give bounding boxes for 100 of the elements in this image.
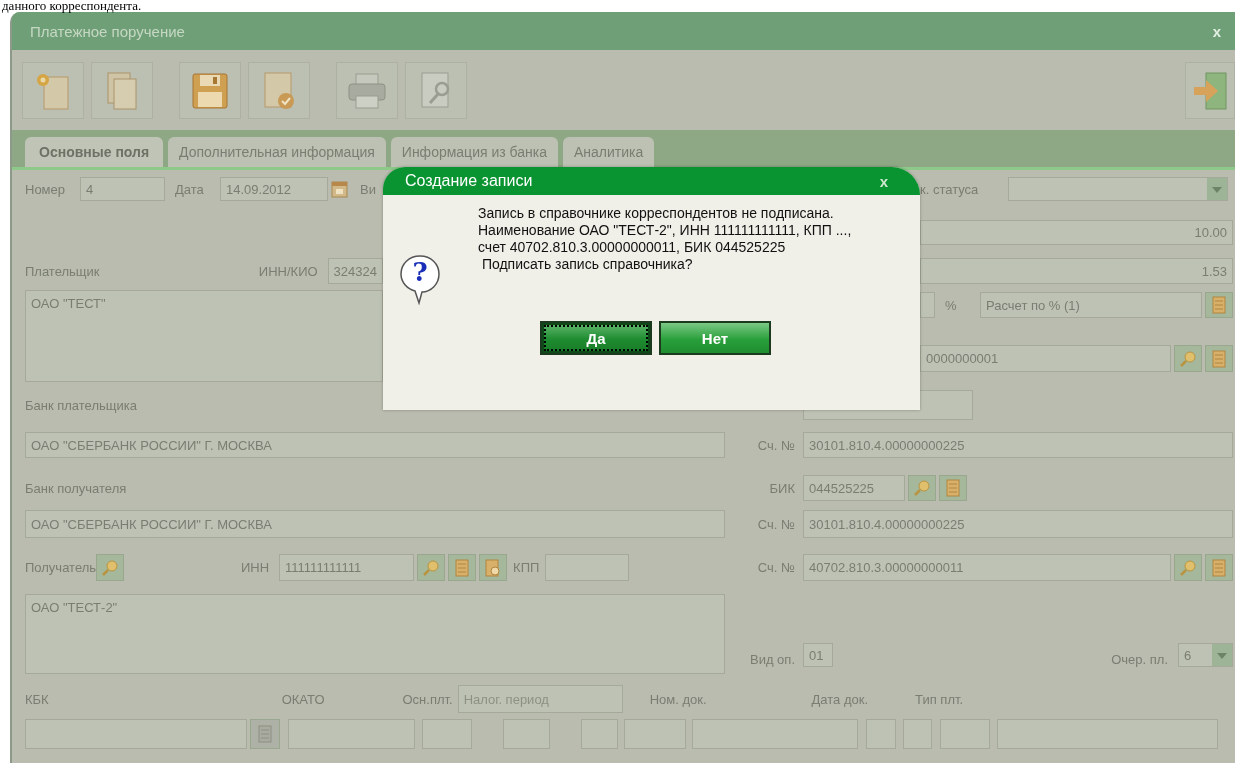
book-icon	[1212, 349, 1226, 368]
book-icon	[1212, 558, 1226, 577]
field-label: КБК	[25, 691, 49, 707]
text-field[interactable]	[920, 292, 935, 318]
door-arrow-icon	[1192, 70, 1228, 111]
no-button[interactable]: Нет	[659, 321, 771, 355]
search-button[interactable]	[1174, 345, 1202, 372]
doc-number-field[interactable]	[692, 719, 858, 749]
okato-field[interactable]	[288, 719, 415, 749]
field-label: Дата	[175, 181, 205, 197]
book-button[interactable]	[1205, 554, 1233, 581]
doc-date-field[interactable]	[866, 719, 896, 749]
basis-field[interactable]	[422, 719, 472, 749]
field-label: Получатель	[25, 560, 97, 575]
sign-button[interactable]	[248, 62, 310, 119]
document-check-icon	[261, 70, 297, 111]
account-field[interactable]: 0000000001	[920, 345, 1171, 372]
search-icon	[1179, 349, 1197, 368]
type-field[interactable]	[997, 719, 1218, 749]
field-label: Сч. №	[757, 516, 795, 532]
tab[interactable]: Аналитика	[563, 137, 655, 167]
priority-dropdown[interactable]: 6	[1178, 643, 1233, 667]
book-button[interactable]	[250, 719, 280, 749]
book-icon	[946, 479, 960, 497]
message-text: Наименование ОАО "ТЕСТ-2", ИНН 111111111111, КПП ..., счет 40702.810.3.00000000011, БИК 044525225	[478, 222, 853, 256]
inn-field[interactable]: 111111111111	[279, 554, 415, 581]
account-field[interactable]: 30101.810.4.00000000225	[803, 510, 1233, 538]
printer-icon	[347, 71, 387, 110]
field-label: Вид оп.	[750, 652, 795, 667]
payer-name-field[interactable]: ОАО "ТЕСТ"	[25, 290, 383, 382]
document-text: данного корреспондента.	[1, 0, 143, 12]
search-button[interactable]	[96, 554, 125, 581]
inn-field[interactable]: 324324	[327, 258, 383, 284]
field-label: Тип плт.	[915, 691, 964, 707]
book-icon	[455, 558, 470, 577]
bank-name-field[interactable]: ОАО "СБЕРБАНК РОССИИ" Г. МОСКВА	[25, 510, 725, 538]
book-icon	[1212, 296, 1226, 314]
field-label: Сч. №	[757, 560, 795, 575]
period-field[interactable]	[581, 719, 618, 749]
field-label: Очер. пл.	[1111, 652, 1168, 667]
field-label: к. статуса	[920, 181, 980, 197]
status-dropdown[interactable]	[1008, 177, 1228, 201]
field-label: КПП	[513, 560, 540, 575]
tab[interactable]: Дополнительная информация	[168, 137, 386, 167]
field-label: %	[945, 297, 958, 313]
period-field[interactable]	[503, 719, 550, 749]
number-field[interactable]: 4	[80, 177, 165, 201]
account-field[interactable]: 40702.810.3.00000000011	[803, 554, 1171, 581]
book-icon	[258, 725, 272, 743]
field-label: БИК	[769, 480, 795, 496]
payee-name-field[interactable]: ОАО "ТЕСТ-2"	[25, 594, 725, 674]
new-button[interactable]	[22, 62, 84, 119]
close-button[interactable]: x	[875, 172, 892, 190]
book-button[interactable]	[1205, 345, 1233, 372]
question-icon: ?	[398, 253, 442, 307]
save-button[interactable]	[179, 62, 241, 119]
search-button[interactable]	[908, 475, 936, 501]
exit-button[interactable]	[1185, 62, 1235, 119]
field-label: Дата док.	[811, 691, 869, 707]
book-button[interactable]	[939, 475, 967, 501]
operation-field[interactable]: 01	[803, 643, 833, 667]
close-button[interactable]: x	[1208, 22, 1225, 40]
calendar-icon[interactable]	[331, 180, 348, 198]
print-button[interactable]	[336, 62, 398, 119]
section-label: Банк плательщика	[25, 397, 137, 413]
search-button[interactable]	[417, 554, 446, 581]
vat-method-field[interactable]: Расчет по % (1)	[980, 292, 1202, 318]
field-label: Сч. №	[757, 437, 795, 453]
doc-date-field[interactable]	[940, 719, 990, 749]
tab[interactable]: Основные поля	[25, 137, 164, 167]
add-button[interactable]	[479, 554, 508, 581]
dialog-title: Создание записи	[404, 172, 534, 190]
save-icon	[191, 71, 229, 110]
preview-button[interactable]	[405, 62, 467, 119]
document-plus-icon	[485, 558, 502, 577]
kbk-field[interactable]	[25, 719, 247, 749]
search-icon	[422, 558, 441, 577]
bank-name-field[interactable]: ОАО "СБЕРБАНК РОССИИ" Г. МОСКВА	[25, 432, 725, 458]
copy-button[interactable]	[91, 62, 153, 119]
field-label: ОКАТО	[281, 691, 325, 707]
book-button[interactable]	[1205, 292, 1233, 318]
field-label: Ном. док.	[649, 691, 707, 707]
book-button[interactable]	[448, 554, 477, 581]
search-icon	[913, 479, 931, 497]
amount-field[interactable]: 10.00	[920, 220, 1233, 245]
period-field[interactable]	[624, 719, 686, 749]
tab[interactable]: Информация из банка	[390, 137, 558, 167]
doc-date-field[interactable]	[903, 719, 932, 749]
account-field[interactable]: 30101.810.4.00000000225	[803, 432, 1233, 458]
bik-field[interactable]: 044525225	[803, 475, 905, 501]
date-field[interactable]: 14.09.2012	[220, 177, 328, 201]
message-text: Подписать запись справочника?	[480, 256, 694, 273]
kpp-field[interactable]	[545, 554, 630, 581]
search-button[interactable]	[1174, 554, 1202, 581]
yes-button[interactable]: Да	[540, 321, 652, 355]
copy-icon	[105, 70, 139, 111]
field-label: ИНН	[239, 560, 270, 575]
vat-field[interactable]: 1.53	[920, 258, 1233, 284]
field-label: Ви	[360, 181, 376, 197]
field-label: ИНН/КИО	[257, 263, 318, 279]
